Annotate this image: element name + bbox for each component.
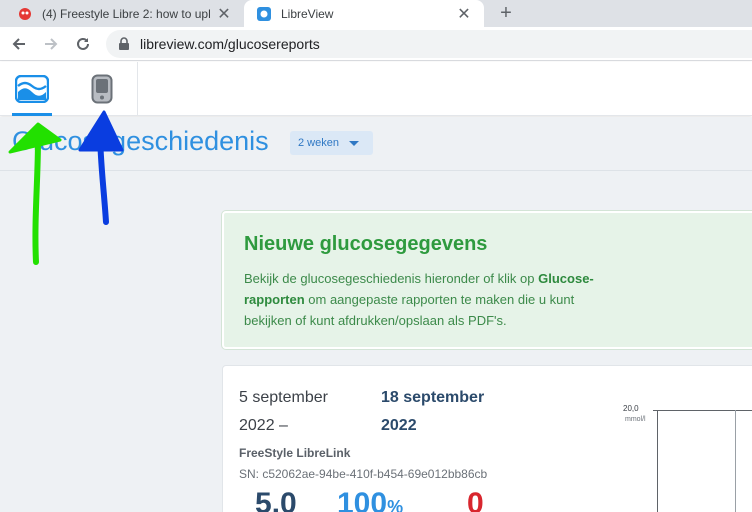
address-bar[interactable]: libreview.com/glucosereports (106, 30, 752, 58)
page-title: Glucosegeschiedenis (12, 126, 269, 156)
data-source: FreeStyle LibreLink (239, 446, 351, 460)
chart-top-gridline (653, 410, 752, 411)
chart-y-max-label: 20,0 (623, 404, 639, 413)
glucose-history-nav-icon[interactable] (7, 62, 57, 116)
header-divider (137, 62, 138, 116)
app-header (0, 62, 752, 116)
forward-icon[interactable] (39, 32, 63, 56)
stat-low-events: 0 (467, 487, 484, 512)
period-value: 2 weken (298, 137, 339, 149)
notice-text-before: Bekijk de glucosegeschiedenis hieronder … (244, 271, 539, 286)
url-text: libreview.com/glucosereports (140, 36, 320, 52)
date-to: 18 september 2022 (381, 389, 485, 434)
period-dropdown[interactable]: 2 weken (290, 131, 373, 155)
browser-tab-libreview[interactable]: LibreView ✕ (244, 0, 484, 27)
page-header: Glucosegeschiedenis 2 weken (0, 117, 752, 171)
reload-icon[interactable] (71, 32, 95, 56)
red-circle-icon (17, 6, 33, 22)
tab-title: LibreView (281, 6, 334, 21)
date-from: 5 september 2022 – (239, 389, 328, 434)
browser-tab-strip: (4) Freestyle Libre 2: how to uplo ✕ Lib… (0, 0, 752, 27)
browser-toolbar: libreview.com/glucosereports (0, 27, 752, 61)
tab-title: (4) Freestyle Libre 2: how to uplo (42, 6, 210, 21)
stat-percentage: 100% (337, 489, 403, 512)
notice-text: Bekijk de glucosegeschiedenis hieronder … (244, 268, 604, 331)
stat-percentage-value: 100 (337, 487, 388, 512)
close-icon[interactable]: ✕ (216, 6, 232, 23)
browser-tab-youtube[interactable]: (4) Freestyle Libre 2: how to uplo ✕ (0, 0, 244, 27)
glucose-chart: 20,0 mmol/l (603, 402, 752, 512)
close-icon[interactable]: ✕ (456, 6, 472, 23)
new-tab-icon[interactable]: + (494, 0, 518, 27)
lock-icon (118, 37, 132, 51)
back-icon[interactable] (7, 32, 31, 56)
devices-nav-icon[interactable] (77, 62, 127, 116)
chart-unit-label: mmol/l (625, 416, 646, 423)
page-content: Glucosegeschiedenis 2 weken Nieuwe gluco… (0, 117, 752, 512)
glucose-report-card: 5 september 2022 – 18 september 2022 Fre… (222, 365, 752, 512)
chart-y-axis (657, 410, 658, 512)
stat-percentage-unit: % (387, 497, 404, 512)
chart-day-divider (735, 410, 736, 512)
serial-number: SN: c52062ae-94be-410f-b454-69e012bb86cb (239, 467, 488, 481)
notice-heading: Nieuwe glucosegegevens (244, 233, 488, 255)
libreview-icon (256, 6, 272, 22)
chevron-down-icon (348, 140, 359, 146)
new-data-notice: Nieuwe glucosegegevens Bekijk de glucose… (222, 211, 752, 349)
stat-average: 5,0 (255, 487, 297, 512)
